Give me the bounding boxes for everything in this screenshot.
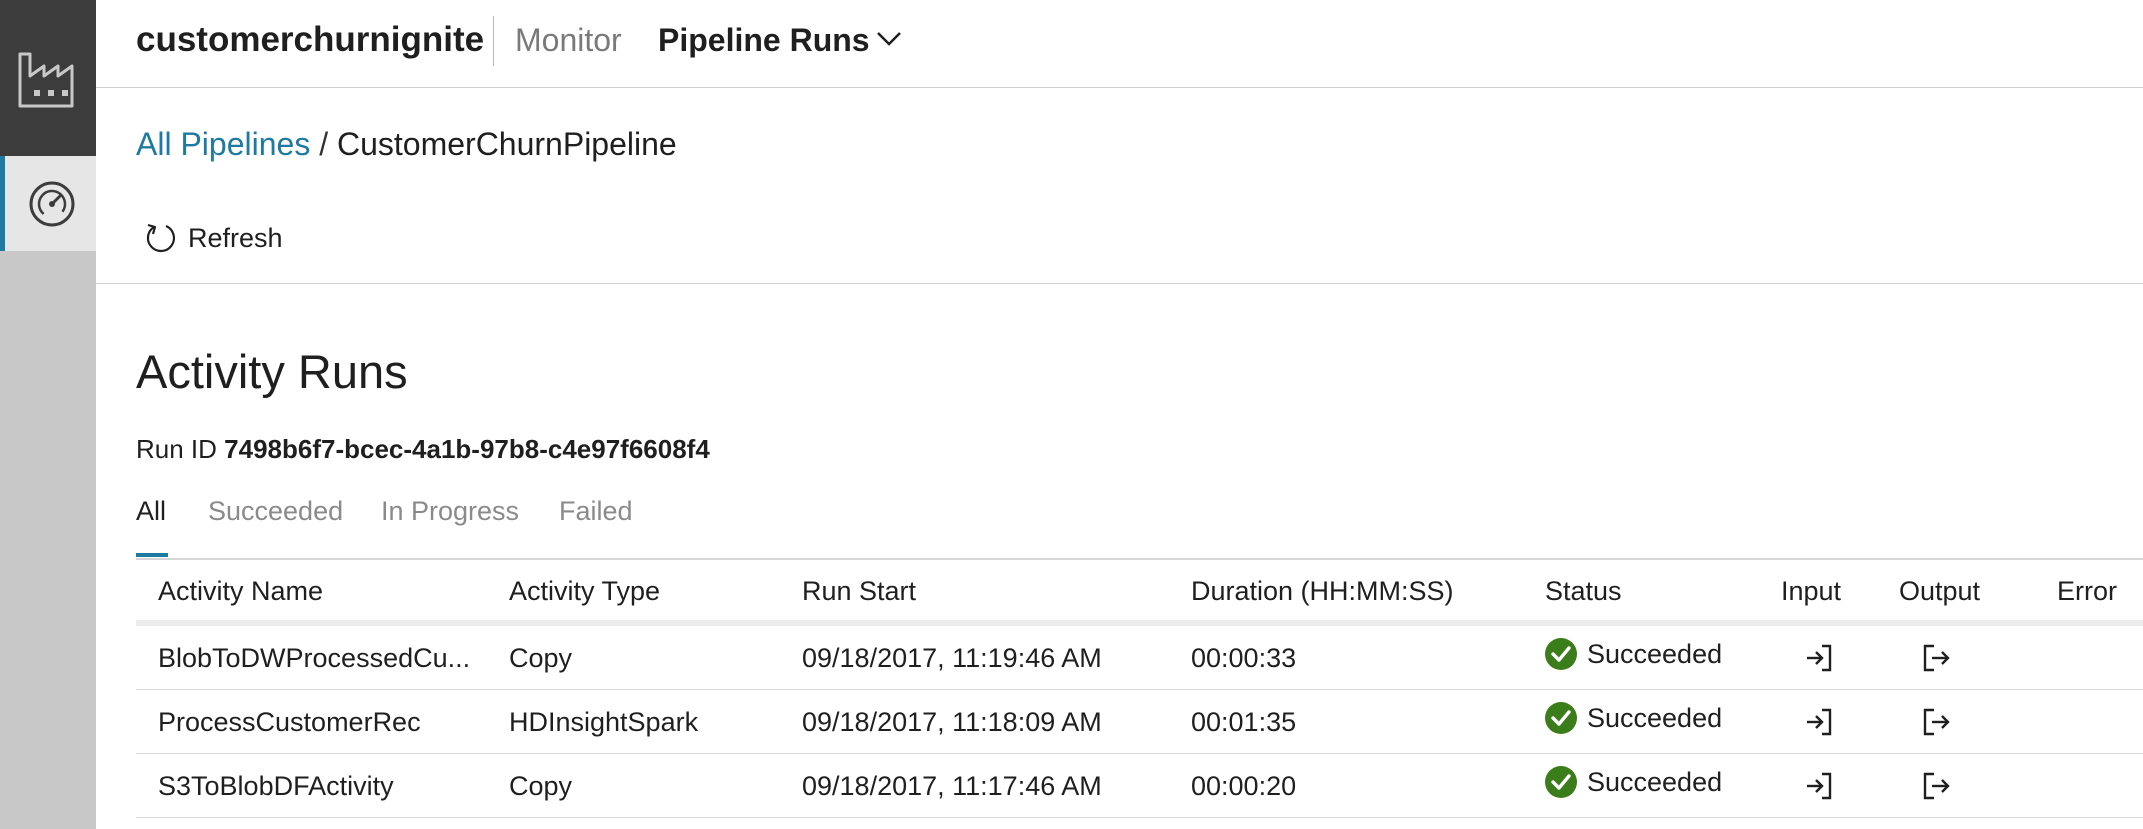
toolbar-divider <box>96 283 2143 284</box>
header-divider <box>493 16 494 66</box>
nav-author-button[interactable] <box>0 0 96 156</box>
nav-monitor-button[interactable] <box>0 156 96 251</box>
column-header-input: Input <box>1781 576 1842 606</box>
activity-name-cell[interactable]: BlobToDWProcessedCu... <box>158 643 470 674</box>
view-selector[interactable]: Pipeline Runs <box>658 22 870 59</box>
check-circle-icon <box>1545 766 1577 798</box>
table-header: Activity Name Activity Type Run Start Du… <box>136 558 2143 626</box>
status-cell: Succeeded <box>1545 638 1722 670</box>
breadcrumb-all-pipelines-link[interactable]: All Pipelines <box>136 126 310 162</box>
column-header-activity-name[interactable]: Activity Name <box>158 576 323 607</box>
column-header-error: Error <box>2057 576 2117 606</box>
page-title: Activity Runs <box>136 345 408 398</box>
status-cell: Succeeded <box>1545 766 1722 798</box>
run-id-label: Run ID <box>136 434 217 464</box>
tab-failed[interactable]: Failed <box>559 496 633 527</box>
check-circle-icon <box>1545 638 1577 670</box>
status-cell: Succeeded <box>1545 702 1722 734</box>
run-start-cell: 09/18/2017, 11:19:46 AM <box>802 643 1102 673</box>
refresh-label: Refresh <box>188 222 283 253</box>
output-arrow-icon[interactable] <box>1922 771 1952 801</box>
column-header-status[interactable]: Status <box>1545 576 1622 607</box>
table-row[interactable]: S3ToBlobDFActivity Copy 09/18/2017, 11:1… <box>136 754 2143 818</box>
duration-cell: 00:00:33 <box>1191 643 1297 673</box>
column-header-duration[interactable]: Duration (HH:MM:SS) <box>1191 576 1454 607</box>
run-start-cell: 09/18/2017, 11:18:09 AM <box>802 707 1102 737</box>
refresh-button[interactable]: Refresh <box>144 218 283 258</box>
input-arrow-icon[interactable] <box>1804 771 1834 801</box>
breadcrumb: All Pipelines / CustomerChurnPipeline <box>136 126 677 163</box>
activity-name-cell[interactable]: S3ToBlobDFActivity <box>158 771 394 802</box>
status-text: Succeeded <box>1587 638 1723 669</box>
run-id-value: 7498b6f7-bcec-4a1b-97b8-c4e97f6608f4 <box>224 434 710 464</box>
factory-name: customerchurnignite <box>136 20 485 59</box>
check-circle-icon <box>1545 702 1577 734</box>
tab-all[interactable]: All <box>136 496 166 527</box>
header-section[interactable]: Monitor <box>515 22 622 59</box>
run-id: Run ID 7498b6f7-bcec-4a1b-97b8-c4e97f660… <box>136 434 710 465</box>
column-header-activity-type[interactable]: Activity Type <box>509 576 660 607</box>
column-header-output: Output <box>1899 576 1981 606</box>
gauge-icon <box>29 181 75 227</box>
duration-cell: 00:00:20 <box>1191 771 1297 801</box>
activity-runs-table: Activity Name Activity Type Run Start Du… <box>136 558 2143 818</box>
tab-in-progress[interactable]: In Progress <box>381 496 519 527</box>
chevron-down-icon[interactable] <box>876 30 902 48</box>
duration-cell: 00:01:35 <box>1191 707 1297 737</box>
breadcrumb-separator: / <box>319 126 329 162</box>
table-row[interactable]: BlobToDWProcessedCu... Copy 09/18/2017, … <box>136 626 2143 690</box>
factory-icon <box>18 52 74 108</box>
left-nav-rail <box>0 0 96 829</box>
nav-active-indicator <box>0 156 5 251</box>
activity-type-cell: Copy <box>509 643 573 673</box>
table-row[interactable]: ProcessCustomerRec HDInsightSpark 09/18/… <box>136 690 2143 754</box>
input-arrow-icon[interactable] <box>1804 643 1834 673</box>
input-arrow-icon[interactable] <box>1804 707 1834 737</box>
activity-type-cell: Copy <box>509 771 573 801</box>
output-arrow-icon[interactable] <box>1922 643 1952 673</box>
breadcrumb-current: CustomerChurnPipeline <box>336 126 677 162</box>
active-tab-indicator <box>136 553 168 557</box>
activity-type-cell: HDInsightSpark <box>509 707 699 737</box>
activity-name-cell[interactable]: ProcessCustomerRec <box>158 707 421 738</box>
status-text: Succeeded <box>1587 766 1723 797</box>
output-arrow-icon[interactable] <box>1922 707 1952 737</box>
top-header: customerchurnignite Monitor Pipeline Run… <box>96 0 2143 88</box>
column-header-run-start[interactable]: Run Start <box>802 576 916 607</box>
tab-succeeded[interactable]: Succeeded <box>208 496 343 527</box>
refresh-icon <box>146 223 176 253</box>
status-text: Succeeded <box>1587 702 1723 733</box>
run-start-cell: 09/18/2017, 11:17:46 AM <box>802 771 1102 801</box>
